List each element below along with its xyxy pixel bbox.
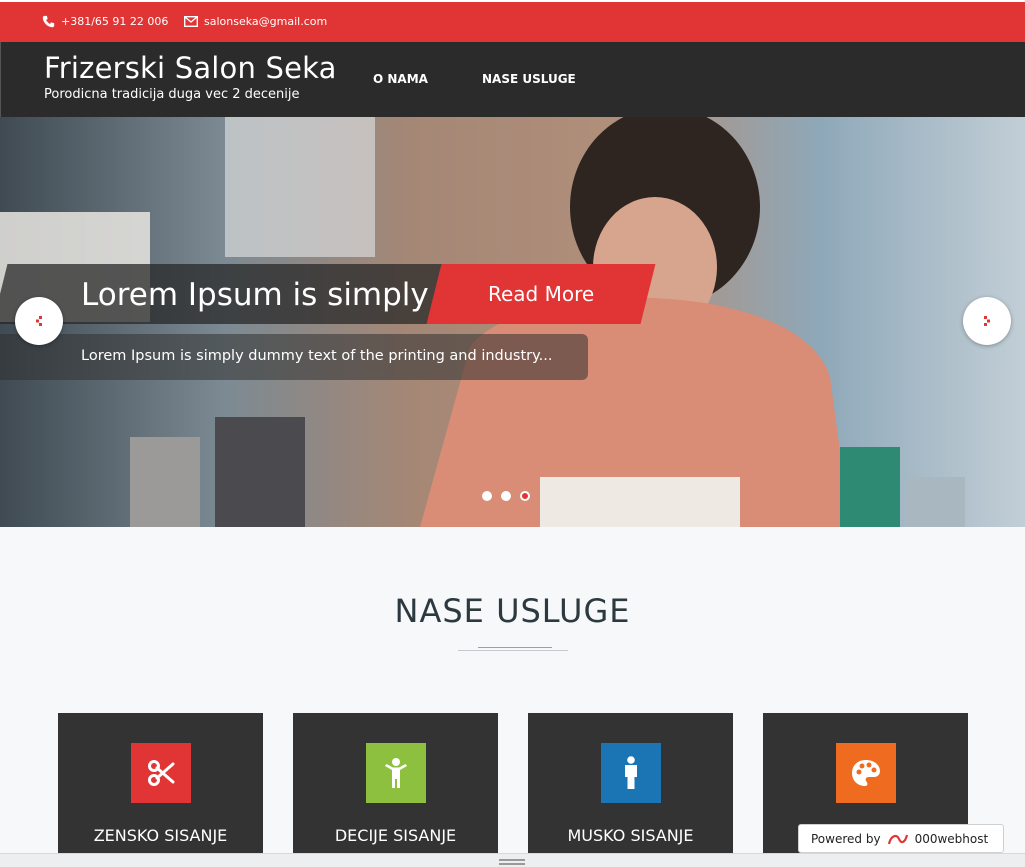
powered-by-text: Powered by: [811, 831, 881, 846]
phone-contact[interactable]: +381/65 91 22 006: [42, 15, 168, 28]
heading-divider-inner: [478, 647, 552, 649]
service-label: MUSKO SISANJE: [567, 826, 694, 845]
powered-by-badge[interactable]: Powered by 000webhost: [798, 824, 1004, 853]
read-more-label: Read More: [487, 282, 595, 306]
service-label: DECIJE SISANJE: [334, 826, 457, 845]
top-contact-bar: +381/65 91 22 006 salonseka@gmail.com: [0, 0, 1025, 42]
site-tagline: Porodicna tradicija duga vec 2 decenije: [44, 87, 300, 102]
slide-title: Lorem Ipsum is simply: [81, 277, 429, 313]
slider-dot-2[interactable]: [501, 491, 511, 501]
email-contact[interactable]: salonseka@gmail.com: [184, 15, 327, 28]
site-header: Frizerski Salon Seka Porodicna tradicija…: [0, 42, 1025, 117]
webhost-brand: 000webhost: [914, 831, 989, 846]
service-icon-box: [836, 743, 896, 803]
slider-pagination: [482, 491, 530, 501]
webhost-logo-icon: [887, 834, 908, 844]
arrow-right-icon: [984, 316, 990, 326]
hero-slider: Lorem Ipsum is simply Read More Lorem Ip…: [0, 117, 1025, 527]
envelope-icon: [184, 16, 198, 27]
service-icon-box: [366, 743, 426, 803]
service-label: ZENSKO SISANJE: [93, 826, 228, 845]
phone-icon: [42, 15, 55, 28]
service-card-musko-sisanje[interactable]: MUSKO SISANJE: [528, 713, 733, 867]
resize-grip-icon[interactable]: [499, 859, 525, 865]
service-card-zensko-sisanje[interactable]: ZENSKO SISANJE: [58, 713, 263, 867]
slider-prev-button[interactable]: [15, 297, 63, 345]
arrow-left-icon: [36, 316, 42, 326]
nav-nase-usluge[interactable]: NASE USLUGE: [482, 72, 576, 86]
site-title[interactable]: Frizerski Salon Seka: [44, 51, 337, 85]
service-icon-box: [131, 743, 191, 803]
slider-dot-3[interactable]: [520, 491, 530, 501]
slider-next-button[interactable]: [963, 297, 1011, 345]
slider-dot-1[interactable]: [482, 491, 492, 501]
heading-divider: [458, 650, 568, 652]
male-icon: [625, 756, 637, 789]
email-address: salonseka@gmail.com: [204, 15, 328, 28]
services-heading: NASE USLUGE: [394, 592, 631, 630]
scissors-icon: [148, 760, 175, 786]
slide-subtitle: Lorem Ipsum is simply dummy text of the …: [81, 348, 553, 364]
service-card-decije-sisanje[interactable]: DECIJE SISANJE: [293, 713, 498, 867]
nav-o-nama[interactable]: O NAMA: [373, 72, 428, 86]
palette-icon: [852, 760, 880, 786]
service-icon-box: [601, 743, 661, 803]
read-more-button[interactable]: Read More: [426, 264, 656, 324]
child-icon: [385, 758, 407, 788]
phone-number: +381/65 91 22 006: [61, 15, 169, 28]
